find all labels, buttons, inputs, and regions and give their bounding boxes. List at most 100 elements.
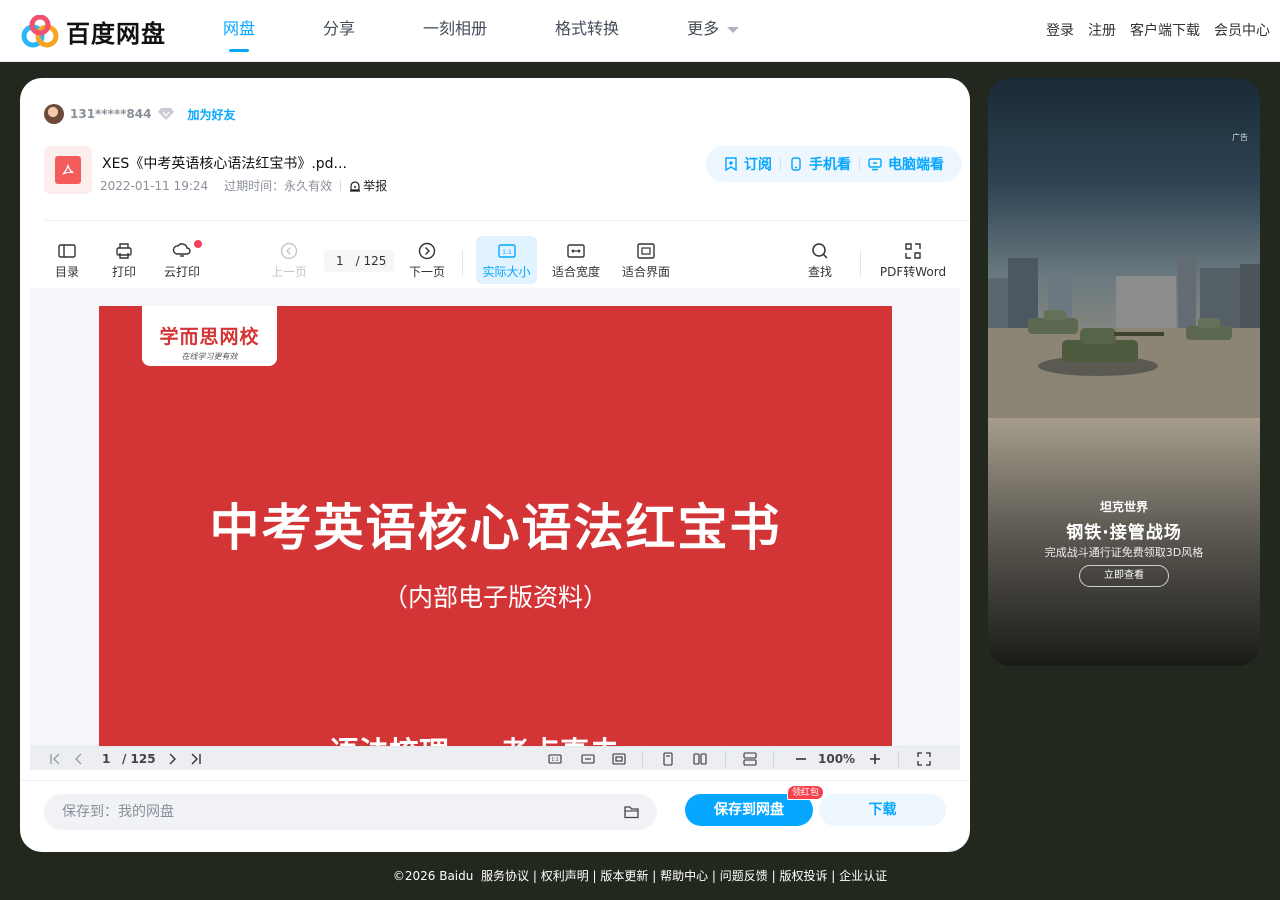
first-page-icon[interactable] (48, 752, 62, 766)
nav-netdisk[interactable]: 网盘 (205, 0, 273, 62)
actual-size-button[interactable]: 1:1 实际大小 (476, 236, 537, 284)
subscribe-button[interactable]: 订阅 (716, 154, 780, 174)
ad-description: 完成战斗通行证免费领取3D风格 (1044, 546, 1204, 559)
nav-album[interactable]: 一刻相册 (405, 0, 505, 62)
cloud-print-icon (172, 242, 191, 257)
save-path-text: 保存到：我的网盘 (62, 804, 174, 820)
scroll-view-icon[interactable] (743, 752, 757, 766)
report-button[interactable]: 举报 (349, 177, 387, 194)
print-button[interactable]: 打印 (110, 236, 138, 284)
file-date: 2022-01-11 19:24 (100, 178, 209, 193)
ad-title: 钢铁·接管战场 (1066, 523, 1182, 543)
sharer-name: 131*****844 (70, 107, 152, 121)
logo-text: 百度网盘 (66, 20, 166, 48)
diamond-icon (158, 108, 175, 120)
member-center-link[interactable]: 会员中心 (1214, 20, 1270, 40)
file-meta: 2022-01-11 19:24 过期时间：永久有效 举报 (100, 177, 387, 194)
preview-current-page[interactable]: 1 (102, 752, 110, 766)
desktop-view-button[interactable]: 电脑端看 (860, 154, 952, 174)
file-actions: 订阅 手机看 电脑端看 (706, 146, 962, 182)
fit-width-icon (567, 243, 585, 258)
next-page-button[interactable]: 下一页 (406, 236, 448, 284)
chevron-left-icon[interactable] (72, 752, 86, 766)
mobile-view-button[interactable]: 手机看 (781, 154, 859, 174)
document-subtitle: （内部电子版资料） (382, 583, 608, 612)
fit-width-label: 适合宽度 (551, 264, 600, 279)
bookmark-plus-icon (725, 157, 737, 171)
red-packet-badge: 领红包 (787, 785, 825, 800)
nav-share[interactable]: 分享 (305, 0, 373, 62)
toc-button[interactable]: 目录 (52, 236, 82, 284)
monitor-icon (868, 158, 882, 171)
fit-width-icon[interactable] (581, 752, 595, 766)
ad-view-now-button[interactable]: 立即查看 (1079, 565, 1169, 587)
document-preview[interactable]: 学而思网校 在线学习更有效 中考英语核心语法红宝书 （内部电子版资料） 语法梳理… (30, 288, 960, 770)
footer-link-help[interactable]: 帮助中心 (660, 869, 708, 883)
prev-page-label: 上一页 (270, 264, 307, 279)
baidu-netdisk-logo[interactable]: 百度网盘 (20, 14, 166, 49)
footer-link-service-agreement[interactable]: 服务协议 (481, 869, 529, 883)
subscribe-label: 订阅 (744, 157, 772, 173)
register-link[interactable]: 注册 (1088, 20, 1116, 40)
footer-link-rights[interactable]: 权利声明 (541, 869, 589, 883)
document-title: 中考英语核心语法红宝书 (209, 499, 782, 557)
single-page-icon[interactable] (661, 752, 675, 766)
sharer-info: 131*****844 加为好友 (44, 104, 236, 124)
actual-size-icon[interactable]: 1:1 (548, 752, 562, 766)
login-link[interactable]: 登录 (1046, 20, 1074, 40)
pdf-to-word-button[interactable]: PDF转Word (878, 236, 948, 284)
file-expire: 过期时间：永久有效 (224, 179, 333, 193)
client-download-link[interactable]: 客户端下载 (1130, 20, 1200, 40)
nav-more-label: 更多 (687, 19, 720, 38)
top-navigation-bar: 百度网盘 网盘 分享 一刻相册 格式转换 更多 登录 注册 客户端下载 会员中心 (0, 0, 1280, 62)
alarm-icon (350, 180, 361, 192)
last-page-icon[interactable] (189, 752, 203, 766)
file-name: XES《中考英语核心语法红宝书》.pd... (102, 156, 347, 172)
prev-page-button[interactable]: 上一页 (268, 236, 310, 284)
pdf-to-word-label: PDF转Word (879, 264, 947, 279)
report-label: 举报 (363, 179, 388, 193)
footer-link-copyright-complaint[interactable]: 版权投诉 (779, 869, 827, 883)
save-bar: 保存到：我的网盘 保存到网盘 领红包 下载 (20, 780, 970, 852)
fit-width-button[interactable]: 适合宽度 (551, 236, 601, 284)
share-card: 131*****844 加为好友 XES《中考英语核心语法红宝书》.pd... … (20, 78, 970, 852)
footer-link-enterprise[interactable]: 企业认证 (839, 869, 887, 883)
print-label: 打印 (111, 264, 136, 279)
fit-page-button[interactable]: 适合界面 (621, 236, 671, 284)
avatar[interactable] (44, 104, 64, 124)
fullscreen-icon[interactable] (917, 752, 931, 766)
mobile-view-label: 手机看 (809, 157, 851, 173)
advertisement-banner[interactable]: 广告 坦克世界 钢铁·接管战场 完成战斗通行证免费领取3D风格 立即查看 (988, 78, 1260, 666)
save-path-selector[interactable]: 保存到：我的网盘 (44, 794, 657, 830)
fit-page-icon[interactable] (612, 752, 626, 766)
ad-label: 广告 (1232, 133, 1248, 142)
add-friend-button[interactable]: 加为好友 (187, 106, 235, 123)
download-button[interactable]: 下载 (819, 794, 946, 826)
cloud-print-button[interactable]: 云打印 (162, 236, 202, 284)
chevron-right-icon[interactable] (165, 752, 179, 766)
current-page: 1 (336, 254, 344, 268)
page-number-input[interactable]: 1 / 125 (324, 250, 394, 272)
phone-icon (791, 157, 801, 171)
zoom-in-icon[interactable] (868, 752, 882, 766)
footer-link-updates[interactable]: 版本更新 (600, 869, 648, 883)
chevron-down-icon (727, 26, 740, 33)
search-icon (812, 242, 828, 259)
nav-more[interactable]: 更多 (669, 0, 757, 62)
logo-sub-text: 在线学习更有效 (181, 352, 238, 361)
footer-link-feedback[interactable]: 问题反馈 (720, 869, 768, 883)
convert-icon (905, 242, 921, 259)
two-page-icon[interactable] (693, 752, 707, 766)
nav-format-convert[interactable]: 格式转换 (537, 0, 637, 62)
main-nav: 网盘 分享 一刻相册 格式转换 更多 (205, 0, 789, 62)
fit-page-label: 适合界面 (621, 264, 670, 279)
zoom-level: 100% (818, 752, 856, 766)
actual-size-label: 实际大小 (482, 264, 531, 279)
search-button[interactable]: 查找 (806, 236, 834, 284)
chevron-left-circle-icon (280, 242, 298, 259)
desktop-view-label: 电脑端看 (888, 157, 944, 173)
toc-label: 目录 (54, 264, 79, 279)
chevron-right-circle-icon (418, 242, 436, 259)
document-page: 学而思网校 在线学习更有效 中考英语核心语法红宝书 （内部电子版资料） 语法梳理… (99, 306, 892, 758)
zoom-out-icon[interactable] (794, 752, 808, 766)
